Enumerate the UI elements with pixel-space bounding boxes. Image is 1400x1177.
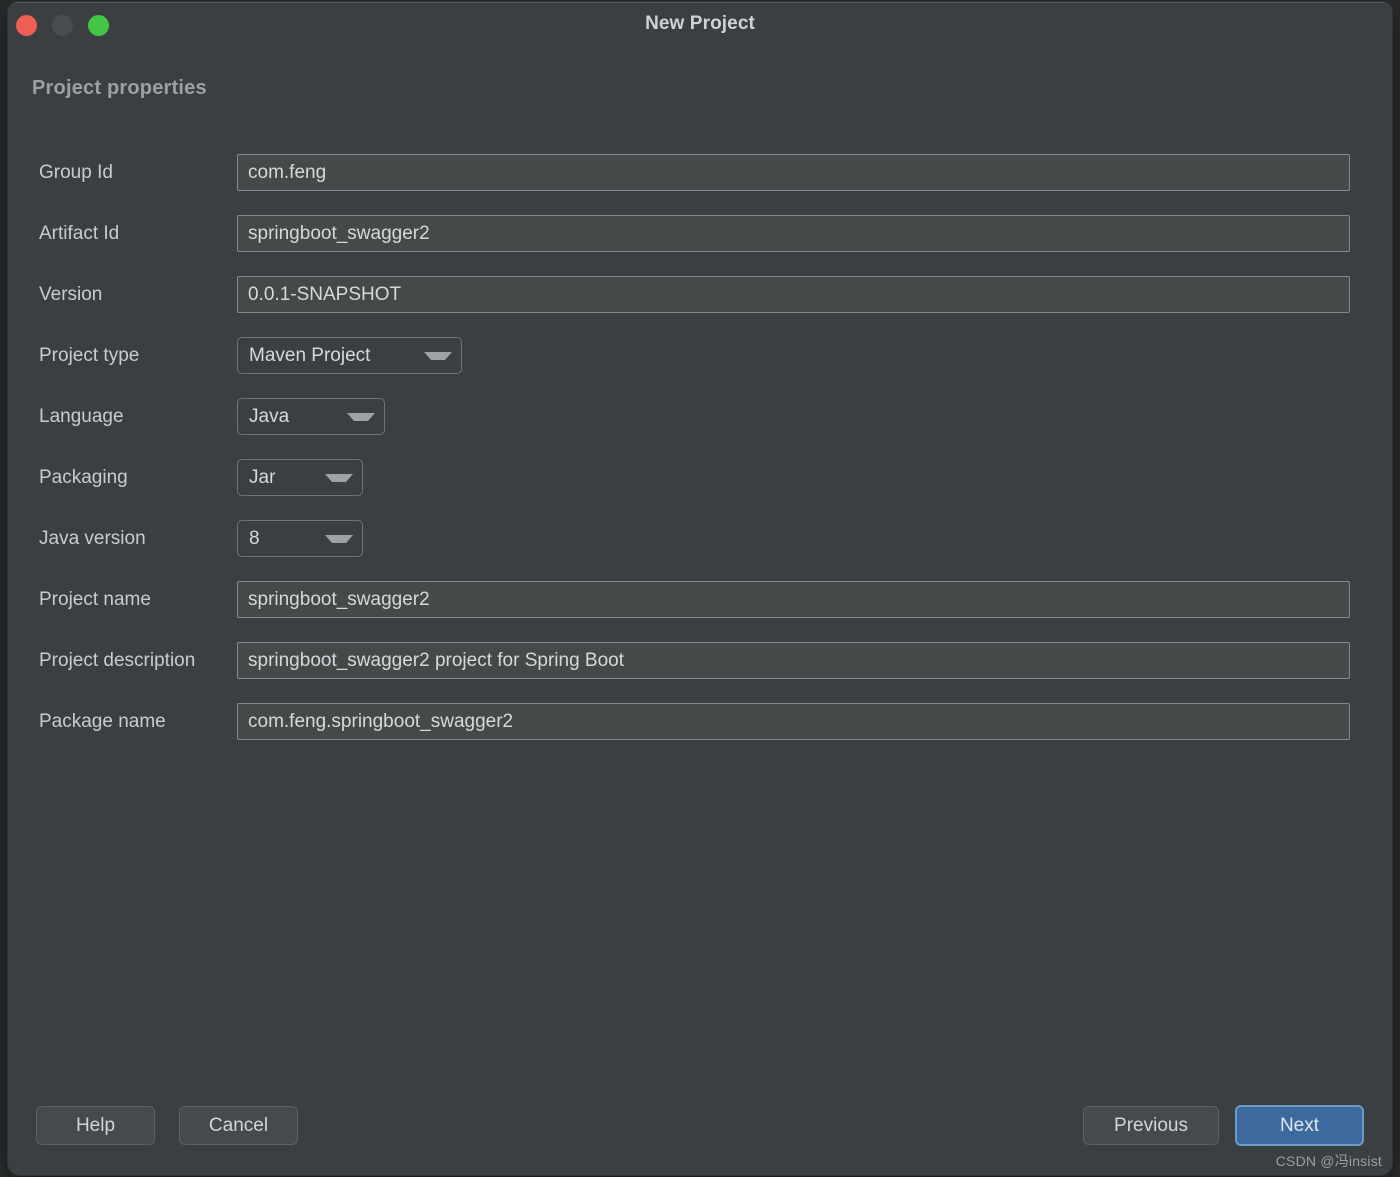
help-button[interactable]: Help [36,1106,155,1145]
form-row-language: Language Java [8,386,1392,447]
dialog-footer: Help Cancel Previous Next CSDN @冯insist [8,1079,1392,1175]
watermark: CSDN @冯insist [1276,1151,1382,1171]
page-title: Project properties [32,77,207,100]
input-project-description[interactable]: springboot_swagger2 project for Spring B… [237,642,1350,679]
form-row-project-type: Project type Maven Project [8,325,1392,386]
select-java-version[interactable]: 8 [237,520,363,557]
select-language-value: Java [249,406,289,428]
label-group-id: Group Id [8,162,237,184]
input-version[interactable]: 0.0.1-SNAPSHOT [237,276,1350,313]
cancel-button[interactable]: Cancel [179,1106,298,1145]
chevron-down-icon [325,535,353,543]
previous-button[interactable]: Previous [1083,1106,1219,1145]
project-properties-form: Group Id com.feng Artifact Id springboot… [8,142,1392,752]
window-title: New Project [8,13,1392,35]
label-version: Version [8,284,237,306]
label-artifact-id: Artifact Id [8,223,237,245]
label-language: Language [8,406,237,428]
select-packaging[interactable]: Jar [237,459,363,496]
label-project-type: Project type [8,345,237,367]
chevron-down-icon [424,352,452,360]
form-row-package-name: Package name com.feng.springboot_swagger… [8,691,1392,752]
form-row-group-id: Group Id com.feng [8,142,1392,203]
next-button[interactable]: Next [1235,1105,1364,1146]
chevron-down-icon [347,413,375,421]
label-package-name: Package name [8,711,237,733]
form-row-version: Version 0.0.1-SNAPSHOT [8,264,1392,325]
label-project-name: Project name [8,589,237,611]
form-row-artifact-id: Artifact Id springboot_swagger2 [8,203,1392,264]
select-project-type[interactable]: Maven Project [237,337,462,374]
new-project-dialog: New Project Project properties Group Id … [8,2,1392,1175]
input-group-id[interactable]: com.feng [237,154,1350,191]
title-bar: New Project [8,2,1392,49]
form-row-project-description: Project description springboot_swagger2 … [8,630,1392,691]
input-artifact-id[interactable]: springboot_swagger2 [237,215,1350,252]
form-row-project-name: Project name springboot_swagger2 [8,569,1392,630]
input-package-name[interactable]: com.feng.springboot_swagger2 [237,703,1350,740]
label-project-description: Project description [8,650,237,672]
chevron-down-icon [325,474,353,482]
select-project-type-value: Maven Project [249,345,370,367]
label-java-version: Java version [8,528,237,550]
form-row-packaging: Packaging Jar [8,447,1392,508]
label-packaging: Packaging [8,467,237,489]
select-language[interactable]: Java [237,398,385,435]
input-project-name[interactable]: springboot_swagger2 [237,581,1350,618]
form-row-java-version: Java version 8 [8,508,1392,569]
select-java-version-value: 8 [249,528,260,550]
select-packaging-value: Jar [249,467,275,489]
